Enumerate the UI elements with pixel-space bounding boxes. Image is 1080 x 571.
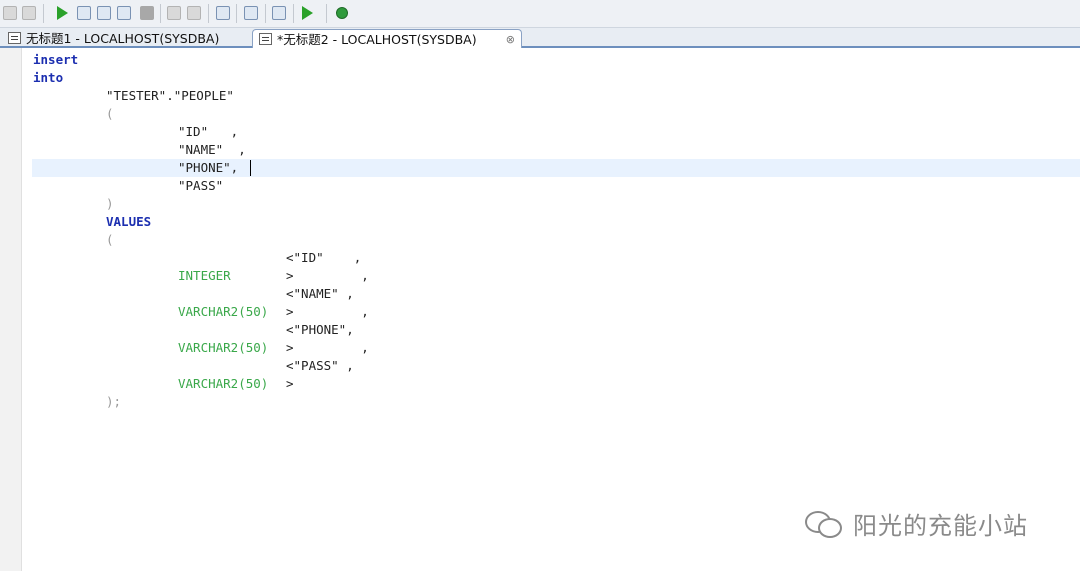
execute-icon[interactable]: [57, 6, 68, 20]
wechat-icon: [805, 509, 843, 538]
toolbar-separator: [293, 4, 294, 23]
tab-untitled-1[interactable]: 无标题1 - LOCALHOST(SYSDBA): [2, 29, 250, 48]
uncomment-icon[interactable]: [187, 6, 201, 20]
toolbar-separator: [208, 4, 209, 23]
watermark-text: 阳光的充能小站: [853, 511, 1028, 540]
step-execute-icon[interactable]: [117, 6, 131, 20]
toolbar-separator: [326, 4, 327, 23]
connection-status-icon[interactable]: [336, 7, 348, 19]
code-line: > ,: [286, 304, 369, 319]
code-line: <"ID" ,: [286, 250, 362, 265]
run-step-icon[interactable]: [302, 6, 313, 20]
tab-label: 无标题1 - LOCALHOST(SYSDBA): [26, 31, 220, 46]
sql-file-icon: [8, 32, 21, 44]
code-line: >: [286, 376, 294, 391]
text-caret: [250, 160, 251, 176]
stop-icon[interactable]: [140, 6, 154, 20]
toolbar: [0, 0, 1080, 28]
code-line: (: [106, 232, 114, 247]
code-line: into: [33, 70, 64, 85]
editor-tabbar: 无标题1 - LOCALHOST(SYSDBA) *无标题2 - LOCALHO…: [0, 28, 1080, 48]
code-type: INTEGER: [178, 268, 231, 283]
debug-icon[interactable]: [272, 6, 286, 20]
code-line: "PASS": [178, 178, 224, 193]
code-line: > ,: [286, 340, 369, 355]
code-line: <"PHONE",: [286, 322, 354, 337]
result-window-icon[interactable]: [244, 6, 258, 20]
code-line: "NAME" ,: [178, 142, 246, 157]
code-line: <"PASS" ,: [286, 358, 354, 373]
code-line: VALUES: [106, 214, 152, 229]
code-type: VARCHAR2(50): [178, 340, 269, 355]
comment-icon[interactable]: [167, 6, 181, 20]
code-line: ): [106, 196, 114, 211]
code-line: <"NAME" ,: [286, 286, 354, 301]
code-area[interactable]: insert into "TESTER"."PEOPLE" ( "ID" , "…: [0, 48, 1080, 571]
code-line: (: [106, 106, 114, 121]
code-line: "TESTER"."PEOPLE": [106, 88, 234, 103]
code-line: "ID" ,: [178, 124, 239, 139]
code-type: VARCHAR2(50): [178, 304, 269, 319]
execute-plan-icon[interactable]: [77, 6, 91, 20]
toolbar-separator: [43, 4, 44, 23]
code-type: VARCHAR2(50): [178, 376, 269, 391]
sql-file-icon: [259, 33, 272, 45]
code-line: "PHONE",: [178, 160, 239, 175]
code-line: > ,: [286, 268, 369, 283]
toolbar-separator: [160, 4, 161, 23]
close-icon[interactable]: ⊗: [506, 30, 515, 49]
code-line: insert: [33, 52, 79, 67]
toolbar-separator: [236, 4, 237, 23]
open-script-icon[interactable]: [22, 6, 36, 20]
format-icon[interactable]: [216, 6, 230, 20]
tab-label: *无标题2 - LOCALHOST(SYSDBA): [277, 32, 477, 47]
code-line: );: [106, 394, 122, 409]
watermark: 阳光的充能小站: [805, 505, 1028, 541]
explain-icon[interactable]: [97, 6, 111, 20]
sql-editor[interactable]: insert into "TESTER"."PEOPLE" ( "ID" , "…: [0, 48, 1080, 571]
toolbar-separator: [265, 4, 266, 23]
new-script-icon[interactable]: [3, 6, 17, 20]
tab-untitled-2[interactable]: *无标题2 - LOCALHOST(SYSDBA) ⊗: [252, 29, 522, 48]
